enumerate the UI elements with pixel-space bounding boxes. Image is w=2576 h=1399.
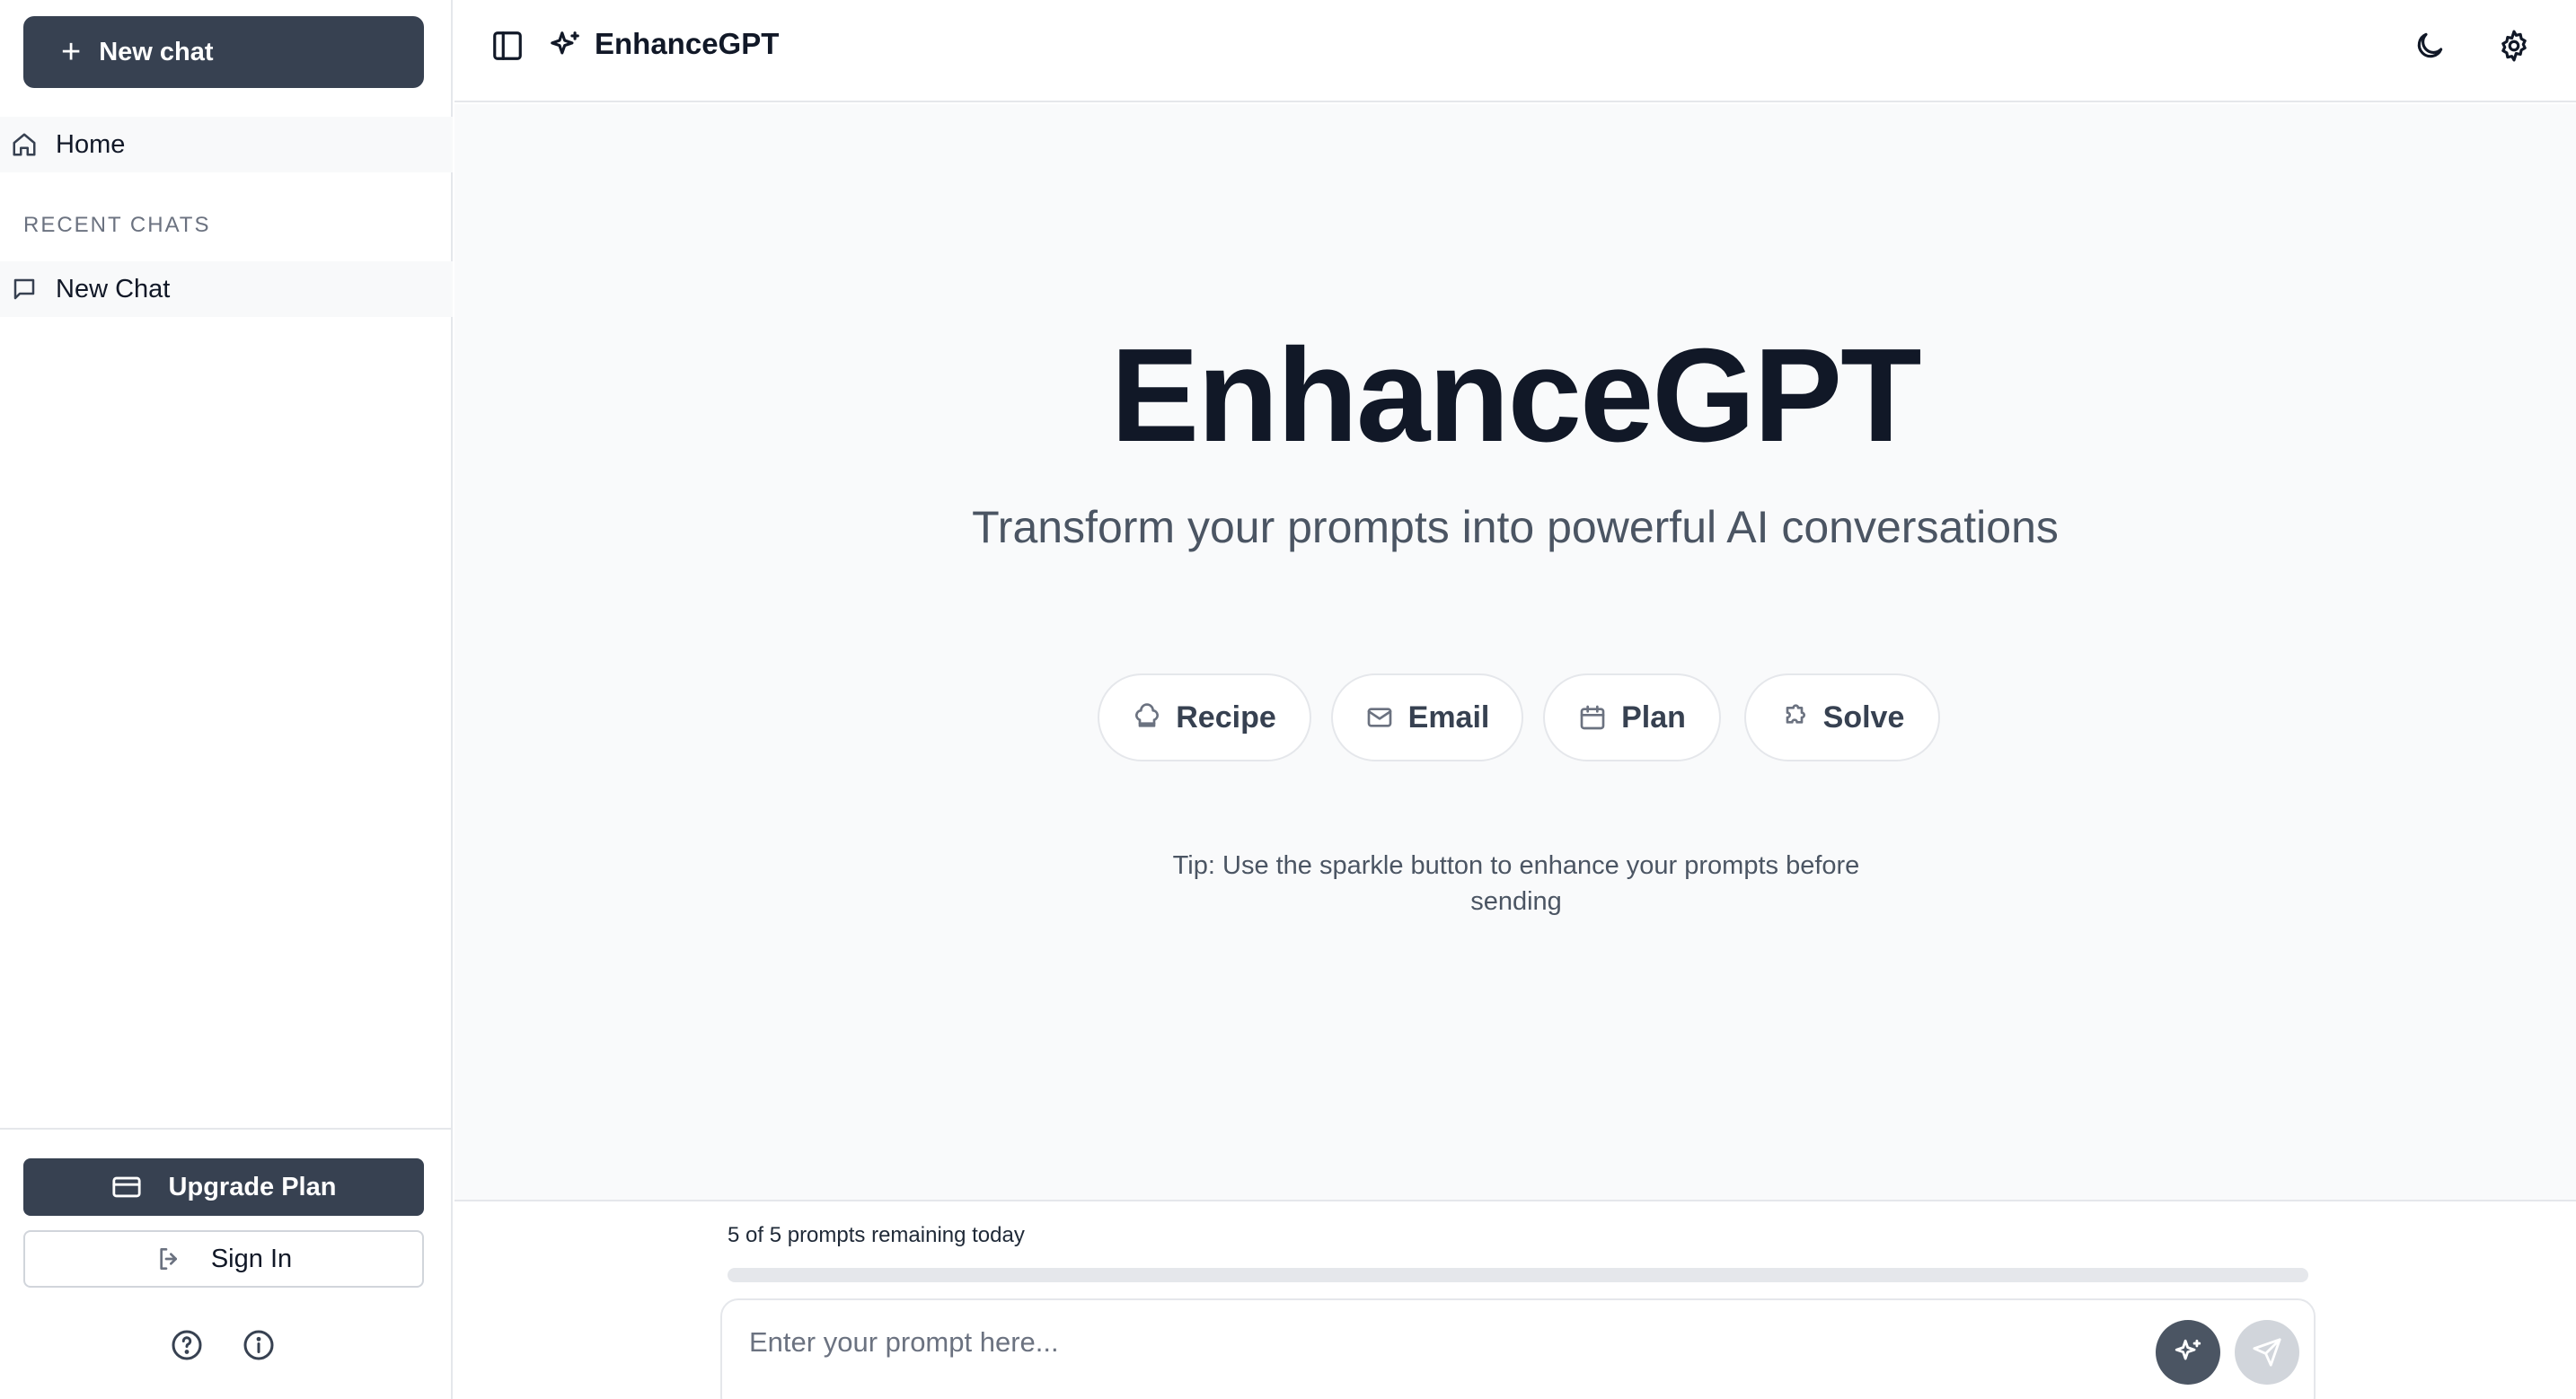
- app-title: EnhanceGPT: [595, 27, 780, 60]
- sidebar-item-home[interactable]: Home: [0, 117, 453, 172]
- upgrade-plan-button[interactable]: Upgrade Plan: [23, 1158, 424, 1216]
- app-root: + New chat Home RECENT CHATS New Chat Up…: [0, 0, 2576, 1399]
- sidebar-bottom-divider: [0, 1128, 453, 1130]
- sign-in-label: Sign In: [210, 1244, 293, 1273]
- mail-icon: [1367, 708, 1391, 727]
- sparkles-icon: [551, 31, 579, 55]
- suggestion-chip-plan[interactable]: Plan: [1543, 673, 1721, 761]
- moon-icon[interactable]: [2413, 29, 2447, 63]
- sidebar-item-label: Home: [56, 129, 126, 159]
- send-button[interactable]: [2235, 1320, 2299, 1385]
- upgrade-plan-label: Upgrade Plan: [168, 1172, 337, 1201]
- chip-label: Email: [1407, 700, 1490, 735]
- suggestion-chip-email[interactable]: Email: [1331, 673, 1523, 761]
- chip-label: Solve: [1822, 700, 1905, 735]
- puzzle-icon: [1786, 704, 1805, 724]
- hero-subtitle: Transform your prompts into powerful AI …: [972, 502, 2059, 552]
- recent-chats-heading: RECENT CHATS: [23, 213, 211, 237]
- recent-chat-item[interactable]: New Chat: [0, 261, 453, 317]
- prompt-input-box: [720, 1298, 2316, 1399]
- send-icon: [2253, 1338, 2281, 1367]
- usage-progress-bar: [728, 1268, 2308, 1282]
- log-in-icon: [160, 1248, 177, 1270]
- home-icon: [13, 133, 36, 156]
- suggestion-chip-recipe[interactable]: Recipe: [1098, 673, 1311, 761]
- chip-label: Plan: [1621, 700, 1686, 735]
- top-header: EnhanceGPT: [454, 0, 2576, 102]
- tip-text: Tip: Use the sparkle button to enhance y…: [1172, 851, 1860, 916]
- enhance-sparkle-button[interactable]: [2156, 1320, 2220, 1385]
- new-chat-button[interactable]: + New chat: [23, 16, 424, 88]
- main-content: EnhanceGPT Transform your prompts into p…: [454, 104, 2576, 1200]
- suggestion-chip-solve[interactable]: Solve: [1744, 673, 1940, 761]
- sidebar: + New chat Home RECENT CHATS New Chat Up…: [0, 0, 453, 1399]
- gear-icon[interactable]: [2497, 29, 2531, 63]
- plus-icon: +: [61, 33, 82, 71]
- composer-area: 5 of 5 prompts remaining today: [454, 1200, 2576, 1399]
- sign-in-button[interactable]: Sign In: [23, 1230, 424, 1288]
- chip-label: Recipe: [1176, 700, 1276, 735]
- sparkles-icon: [2175, 1339, 2201, 1360]
- hero-title: EnhanceGPT: [1110, 321, 1921, 470]
- recent-chat-label: New Chat: [56, 274, 171, 304]
- sidebar-toggle-icon[interactable]: [490, 29, 525, 63]
- calendar-icon: [1580, 705, 1605, 730]
- new-chat-label: New chat: [99, 37, 214, 66]
- chef-hat-icon: [1135, 703, 1160, 727]
- credit-card-icon: [111, 1176, 141, 1198]
- help-circle-icon[interactable]: [171, 1329, 203, 1361]
- prompts-remaining-text: 5 of 5 prompts remaining today: [728, 1223, 1025, 1247]
- prompt-input[interactable]: [749, 1320, 2096, 1365]
- info-icon[interactable]: [243, 1329, 275, 1361]
- chat-bubble-icon: [13, 278, 35, 300]
